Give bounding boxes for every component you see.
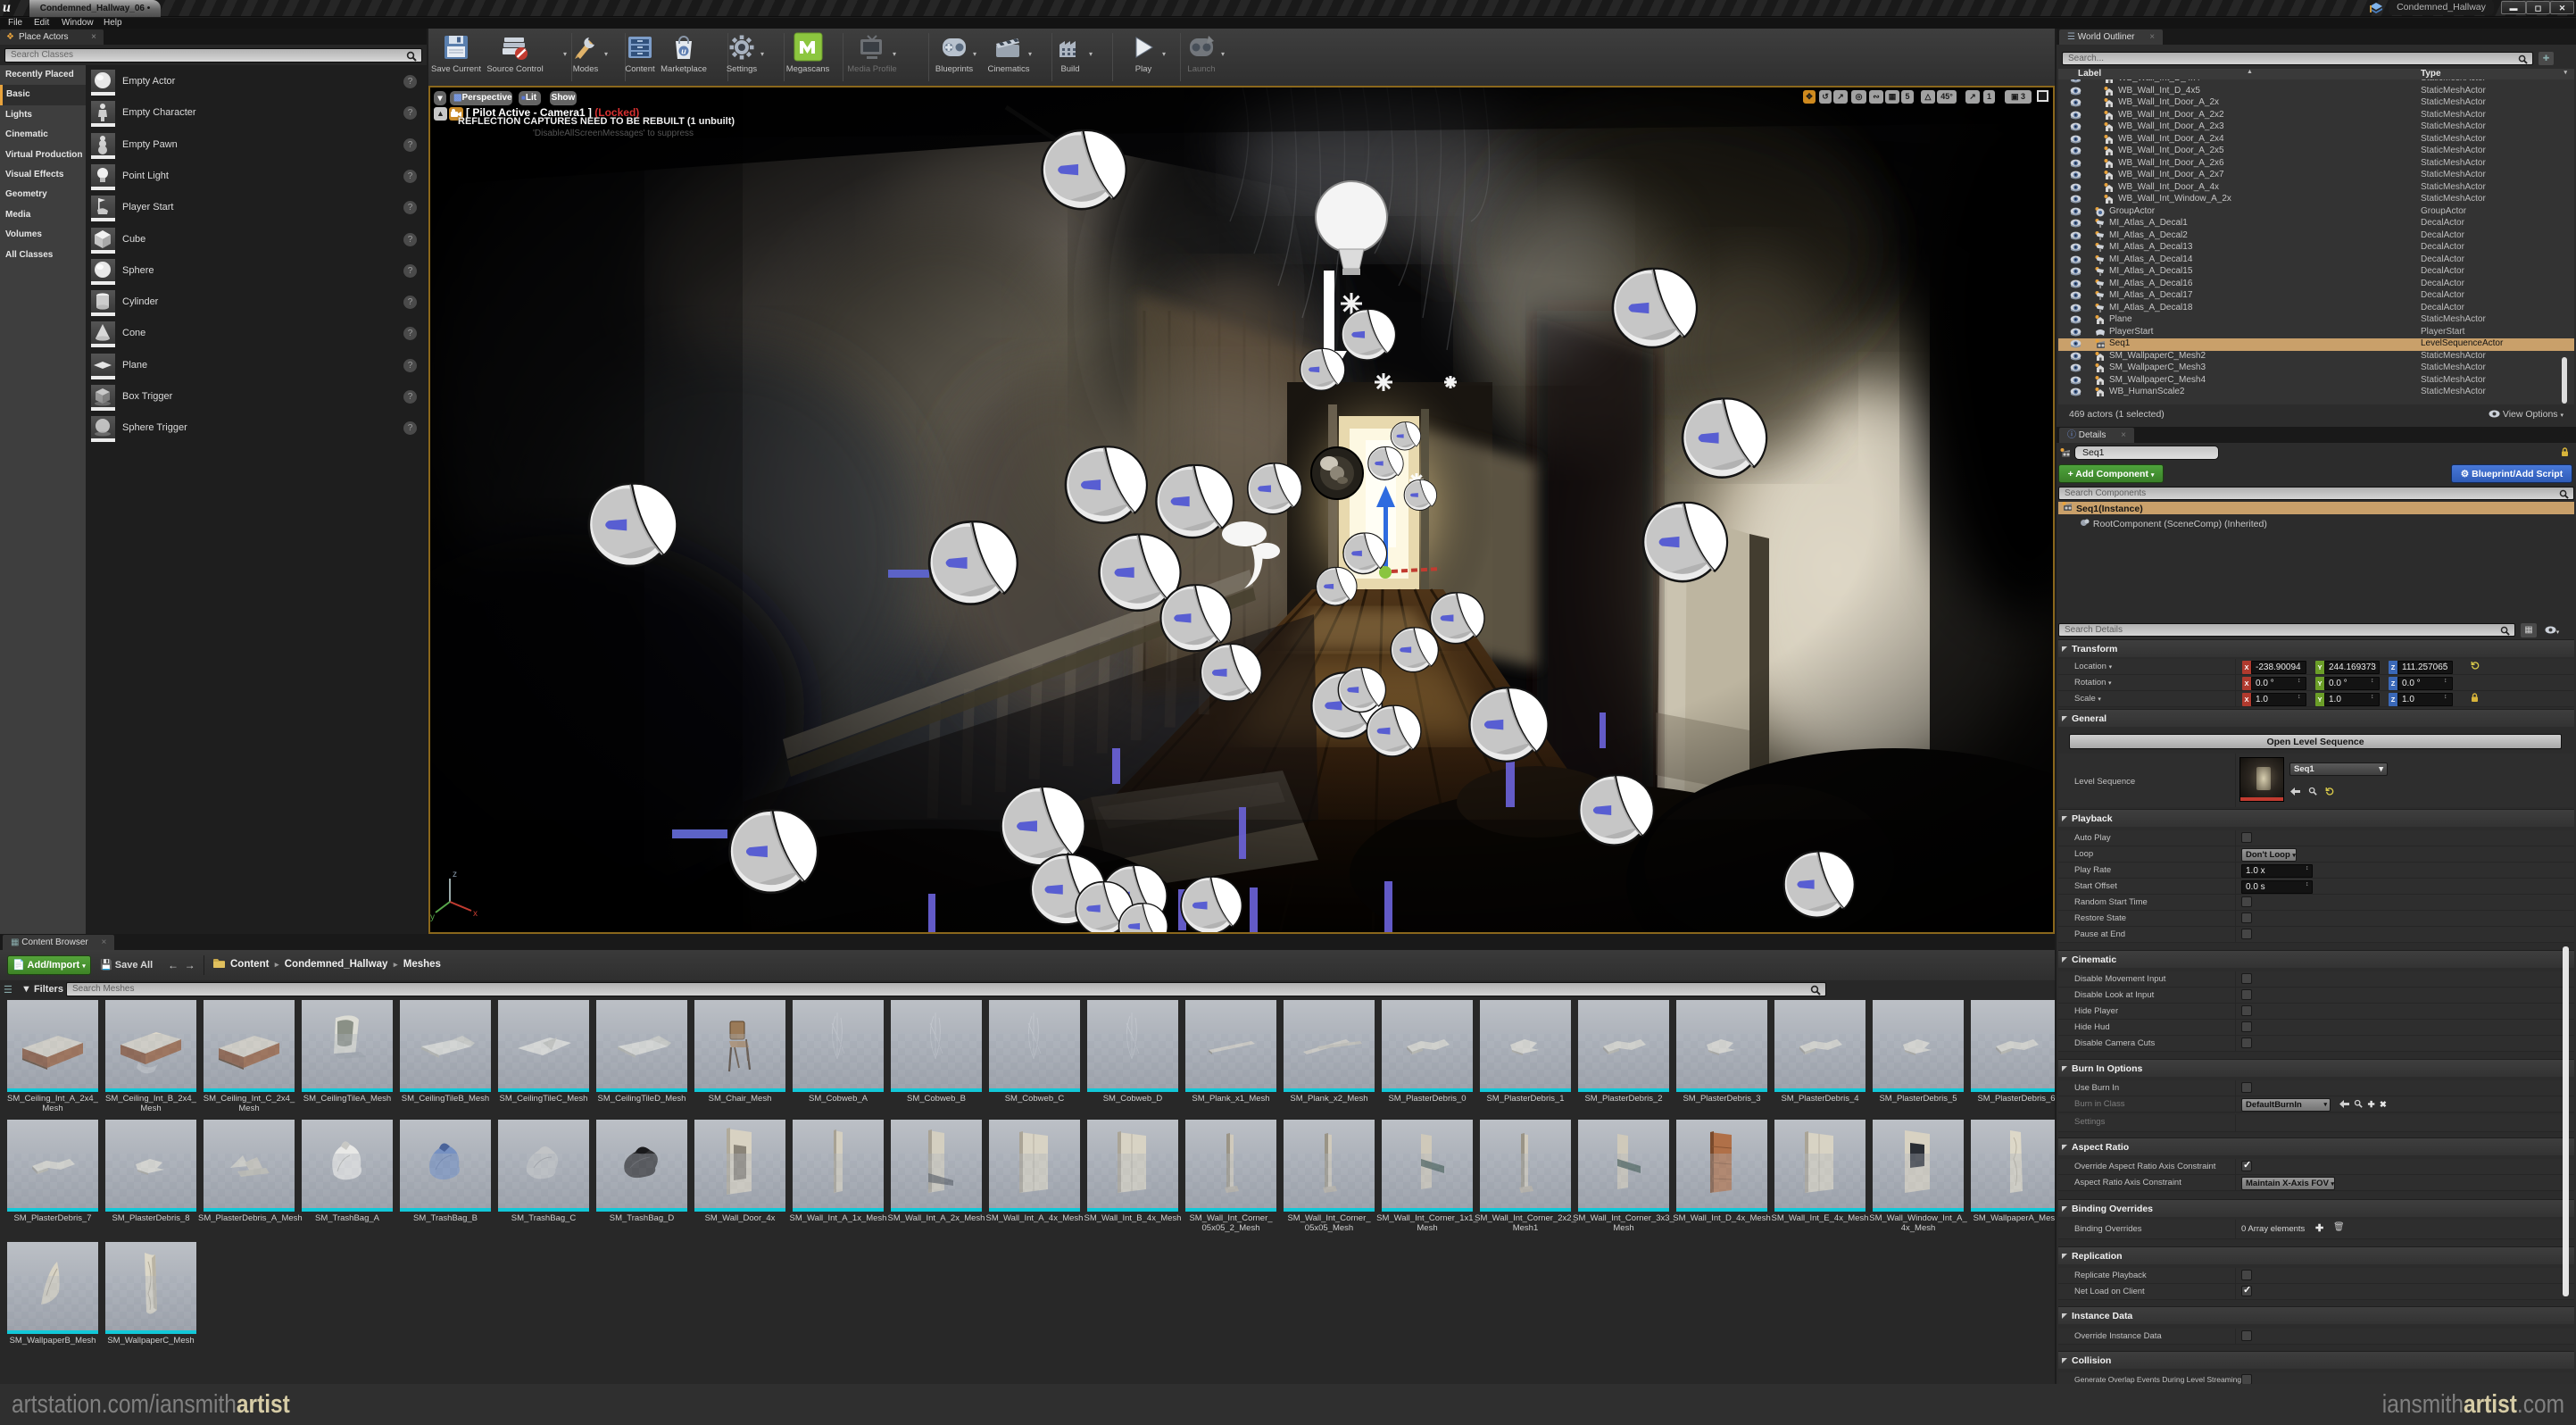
- svg-text:y: y: [430, 912, 435, 922]
- svg-text:u: u: [681, 47, 686, 56]
- svg-text:x: x: [473, 909, 478, 919]
- svg-text:z: z: [453, 870, 457, 879]
